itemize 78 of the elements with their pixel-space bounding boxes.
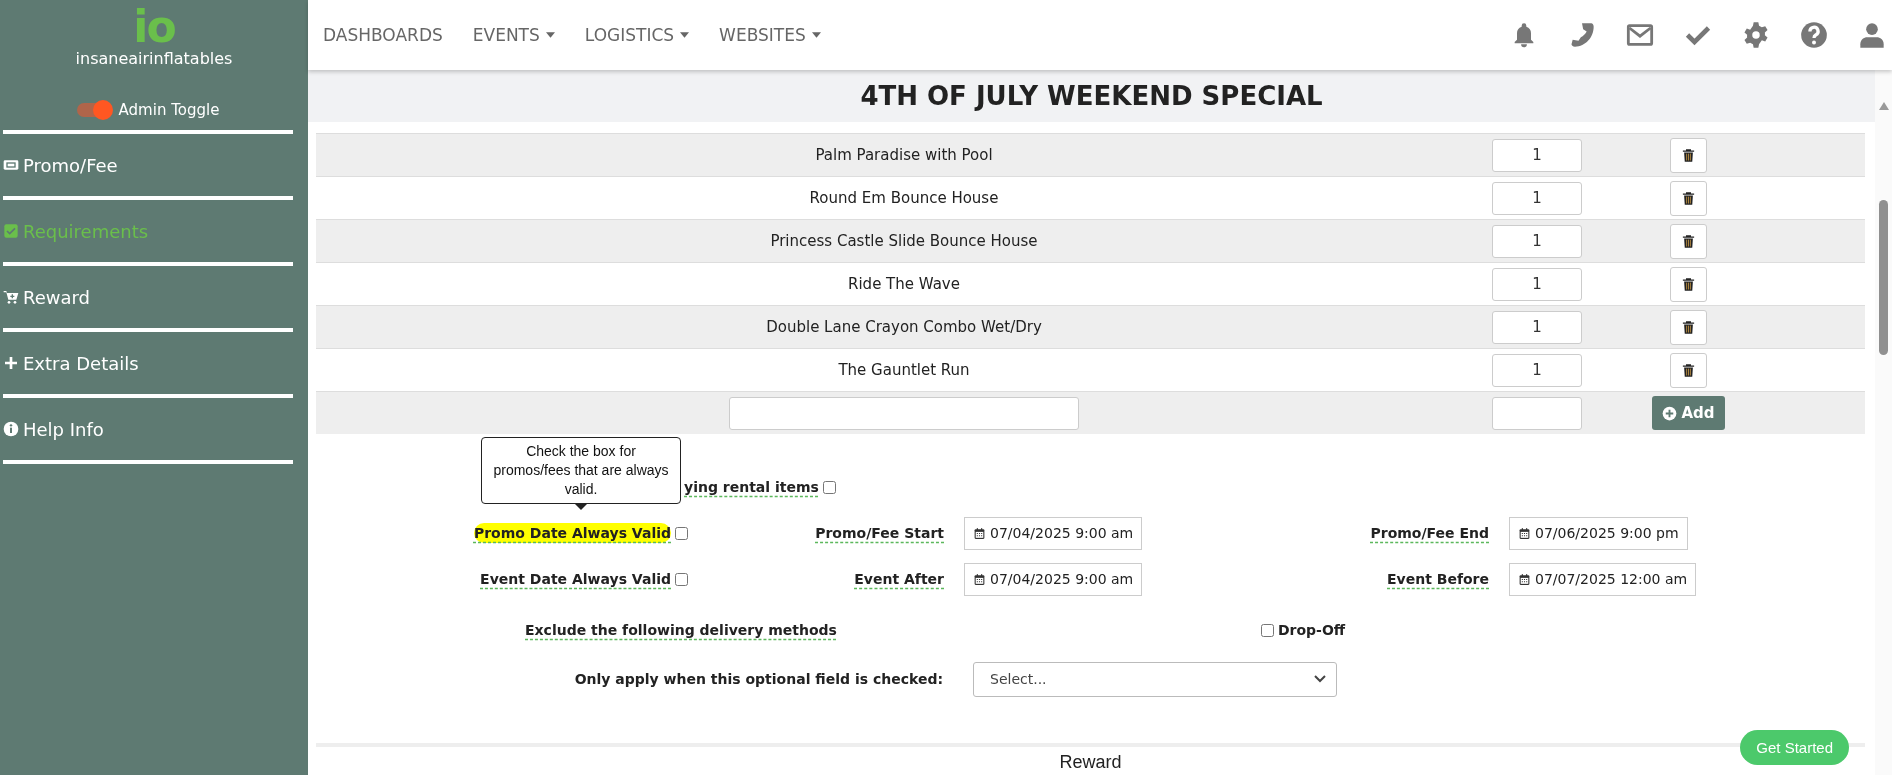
item-name: Princess Castle Slide Bounce House — [769, 232, 1039, 250]
calendar-icon — [973, 526, 986, 540]
trash-icon — [1681, 190, 1696, 206]
sidebar-item[interactable]: Promo/Fee — [3, 154, 118, 176]
trash-icon — [1681, 147, 1696, 163]
calendar-icon — [1518, 526, 1531, 540]
checkbox-icon — [3, 223, 19, 239]
date-field[interactable]: 07/06/2025 9:00 pm — [1509, 516, 1688, 550]
delete-button[interactable] — [1670, 137, 1707, 173]
delete-button[interactable] — [1670, 309, 1707, 345]
field-label: Event After — [854, 571, 944, 587]
delete-button[interactable] — [1670, 352, 1707, 388]
settings-icon[interactable] — [1742, 21, 1770, 49]
quantity-field[interactable]: 1 — [1492, 267, 1582, 301]
add-button[interactable]: Add — [1652, 396, 1725, 430]
scrollbar-thumb[interactable] — [1879, 200, 1888, 355]
field-label: Exclude the following delivery methods — [525, 622, 837, 638]
field-label: Event Date Always Valid — [480, 571, 671, 587]
nav-menu-item[interactable]: EVENTS — [472, 25, 555, 45]
quantity-field[interactable]: 1 — [1492, 310, 1582, 344]
trash-icon — [1681, 276, 1696, 292]
field-label: Promo/Fee Start — [815, 525, 944, 541]
trash-icon — [1681, 362, 1696, 378]
item-name: Palm Paradise with Pool — [814, 146, 994, 164]
nav-menu-item[interactable]: DASHBOARDS — [323, 25, 443, 45]
date-field[interactable]: 07/04/2025 9:00 am — [964, 562, 1143, 596]
delete-button[interactable] — [1670, 266, 1707, 302]
scroll-up-arrow-icon[interactable] — [1878, 102, 1889, 110]
info-icon — [3, 421, 19, 437]
field-label: Only apply when this optional field is checked: — [574, 671, 943, 687]
field-label: Promo Date Always Valid — [473, 523, 671, 543]
mail-icon[interactable] — [1626, 21, 1654, 49]
date-field[interactable]: 07/04/2025 9:00 am — [964, 516, 1143, 550]
trash-icon — [1681, 319, 1696, 335]
tooltip: Check the box for promos/fees that are always valid. — [481, 437, 681, 510]
checkbox[interactable] — [675, 526, 688, 540]
quantity-field[interactable]: 1 — [1492, 224, 1582, 258]
delete-button[interactable] — [1670, 223, 1707, 259]
sidebar-item[interactable]: Reward — [3, 286, 91, 308]
item-name-field[interactable] — [729, 396, 1079, 430]
field-label: ying rental items — [684, 479, 819, 495]
delete-button[interactable] — [1670, 180, 1707, 216]
cart-icon — [3, 289, 19, 305]
user-icon[interactable] — [1858, 21, 1886, 49]
quantity-field[interactable]: 1 — [1492, 138, 1582, 172]
item-name: Ride The Wave — [847, 275, 961, 293]
ticket-icon — [3, 157, 19, 173]
checkbox[interactable] — [822, 480, 836, 494]
item-name: Round Em Bounce House — [808, 189, 1000, 207]
admin-toggle-switch[interactable] — [76, 103, 111, 117]
page-title: 4TH OF JULY WEEKEND SPECIAL — [860, 81, 1323, 111]
select-field[interactable]: Select... — [973, 661, 1337, 697]
quantity-field[interactable]: 1 — [1492, 353, 1582, 387]
help-icon[interactable] — [1800, 21, 1828, 49]
checkbox-label: Drop-Off — [1277, 622, 1346, 638]
quantity-field[interactable]: 1 — [1492, 181, 1582, 215]
date-field[interactable]: 07/07/2025 12:00 am — [1509, 562, 1697, 596]
plus-circle-icon — [1662, 405, 1678, 421]
plus-icon — [3, 355, 19, 371]
checkbox[interactable] — [1260, 623, 1274, 637]
sidebar-item[interactable]: Help Info — [3, 418, 104, 440]
item-name: The Gauntlet Run — [837, 361, 971, 379]
brand-name: insaneairinflatables — [75, 50, 233, 68]
nav-menu-item[interactable]: LOGISTICS — [584, 25, 690, 45]
field-label: Event Before — [1387, 571, 1489, 587]
calendar-icon — [1518, 572, 1531, 586]
trash-icon — [1681, 233, 1696, 249]
nav-menu-item[interactable]: WEBSITES — [719, 25, 821, 45]
item-name: Double Lane Crayon Combo Wet/Dry — [765, 318, 1043, 336]
quantity-field[interactable] — [1492, 396, 1582, 430]
field-label: Promo/Fee End — [1370, 525, 1489, 541]
checkbox[interactable] — [675, 572, 688, 586]
chevron-down-icon — [1314, 675, 1326, 683]
toggle-label: Admin Toggle — [118, 101, 220, 119]
calendar-icon — [973, 572, 986, 586]
logo: io — [133, 4, 175, 50]
section-heading: Reward — [1059, 752, 1122, 773]
sidebar-item[interactable]: Extra Details — [3, 352, 139, 374]
